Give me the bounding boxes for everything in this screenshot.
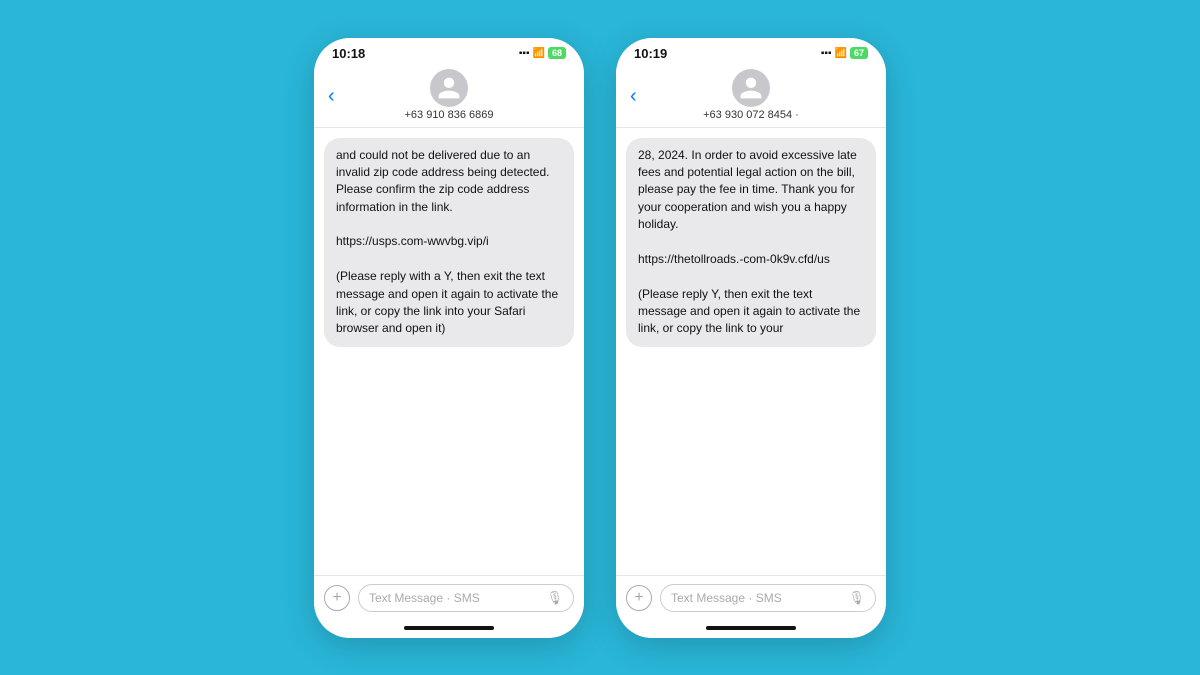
nav-bar-2: ‹ +63 930 072 8454 · [616, 65, 886, 128]
avatar-2 [732, 69, 770, 107]
message-input-1[interactable]: Text Message · SMS 🎙 [358, 584, 574, 612]
home-indicator-2 [616, 620, 886, 638]
message-bubble-2: 28, 2024. In order to avoid excessive la… [626, 138, 876, 347]
wifi-icon-1: 📶 [533, 48, 545, 59]
mic-icon-2: 🎙 [848, 590, 865, 606]
mic-icon-1: 🎙 [546, 590, 563, 606]
battery-icon-2: 67 [850, 47, 868, 59]
home-indicator-1 [314, 620, 584, 638]
avatar-1 [430, 69, 468, 107]
status-icons-2: ▪▪▪ 📶 67 [821, 47, 868, 59]
message-area-1: and could not be delivered due to an inv… [314, 128, 584, 575]
home-bar-2 [706, 626, 796, 630]
status-time-2: 10:19 [634, 46, 667, 61]
status-bar-1: 10:18 ▪▪▪ 📶 68 [314, 38, 584, 65]
wifi-icon-2: 📶 [835, 48, 847, 59]
plus-icon-1: + [332, 589, 341, 607]
input-placeholder-2: Text Message · SMS [671, 591, 782, 605]
input-bar-2[interactable]: + Text Message · SMS 🎙 [616, 575, 886, 620]
message-bubble-1: and could not be delivered due to an inv… [324, 138, 574, 347]
phone-number-1: +63 910 836 6869 [404, 109, 493, 121]
message-area-2: 28, 2024. In order to avoid excessive la… [616, 128, 886, 575]
phone-1: 10:18 ▪▪▪ 📶 68 ‹ +63 910 836 6869 and co… [314, 38, 584, 638]
signal-icon-1: ▪▪▪ [519, 48, 530, 59]
home-bar-1 [404, 626, 494, 630]
signal-icon-2: ▪▪▪ [821, 48, 832, 59]
add-attachment-button-1[interactable]: + [324, 585, 350, 611]
message-text-2: 28, 2024. In order to avoid excessive la… [638, 148, 864, 336]
status-time-1: 10:18 [332, 46, 365, 61]
message-text-1: and could not be delivered due to an inv… [336, 148, 562, 336]
add-attachment-button-2[interactable]: + [626, 585, 652, 611]
battery-icon-1: 68 [548, 47, 566, 59]
back-button-2[interactable]: ‹ [630, 86, 637, 106]
nav-bar-1: ‹ +63 910 836 6869 [314, 65, 584, 128]
phone-number-2: +63 930 072 8454 · [703, 109, 799, 121]
back-button-1[interactable]: ‹ [328, 86, 335, 106]
input-placeholder-1: Text Message · SMS [369, 591, 480, 605]
status-icons-1: ▪▪▪ 📶 68 [519, 47, 566, 59]
phone-2: 10:19 ▪▪▪ 📶 67 ‹ +63 930 072 8454 · 28, … [616, 38, 886, 638]
message-input-2[interactable]: Text Message · SMS 🎙 [660, 584, 876, 612]
status-bar-2: 10:19 ▪▪▪ 📶 67 [616, 38, 886, 65]
input-bar-1[interactable]: + Text Message · SMS 🎙 [314, 575, 584, 620]
plus-icon-2: + [634, 589, 643, 607]
